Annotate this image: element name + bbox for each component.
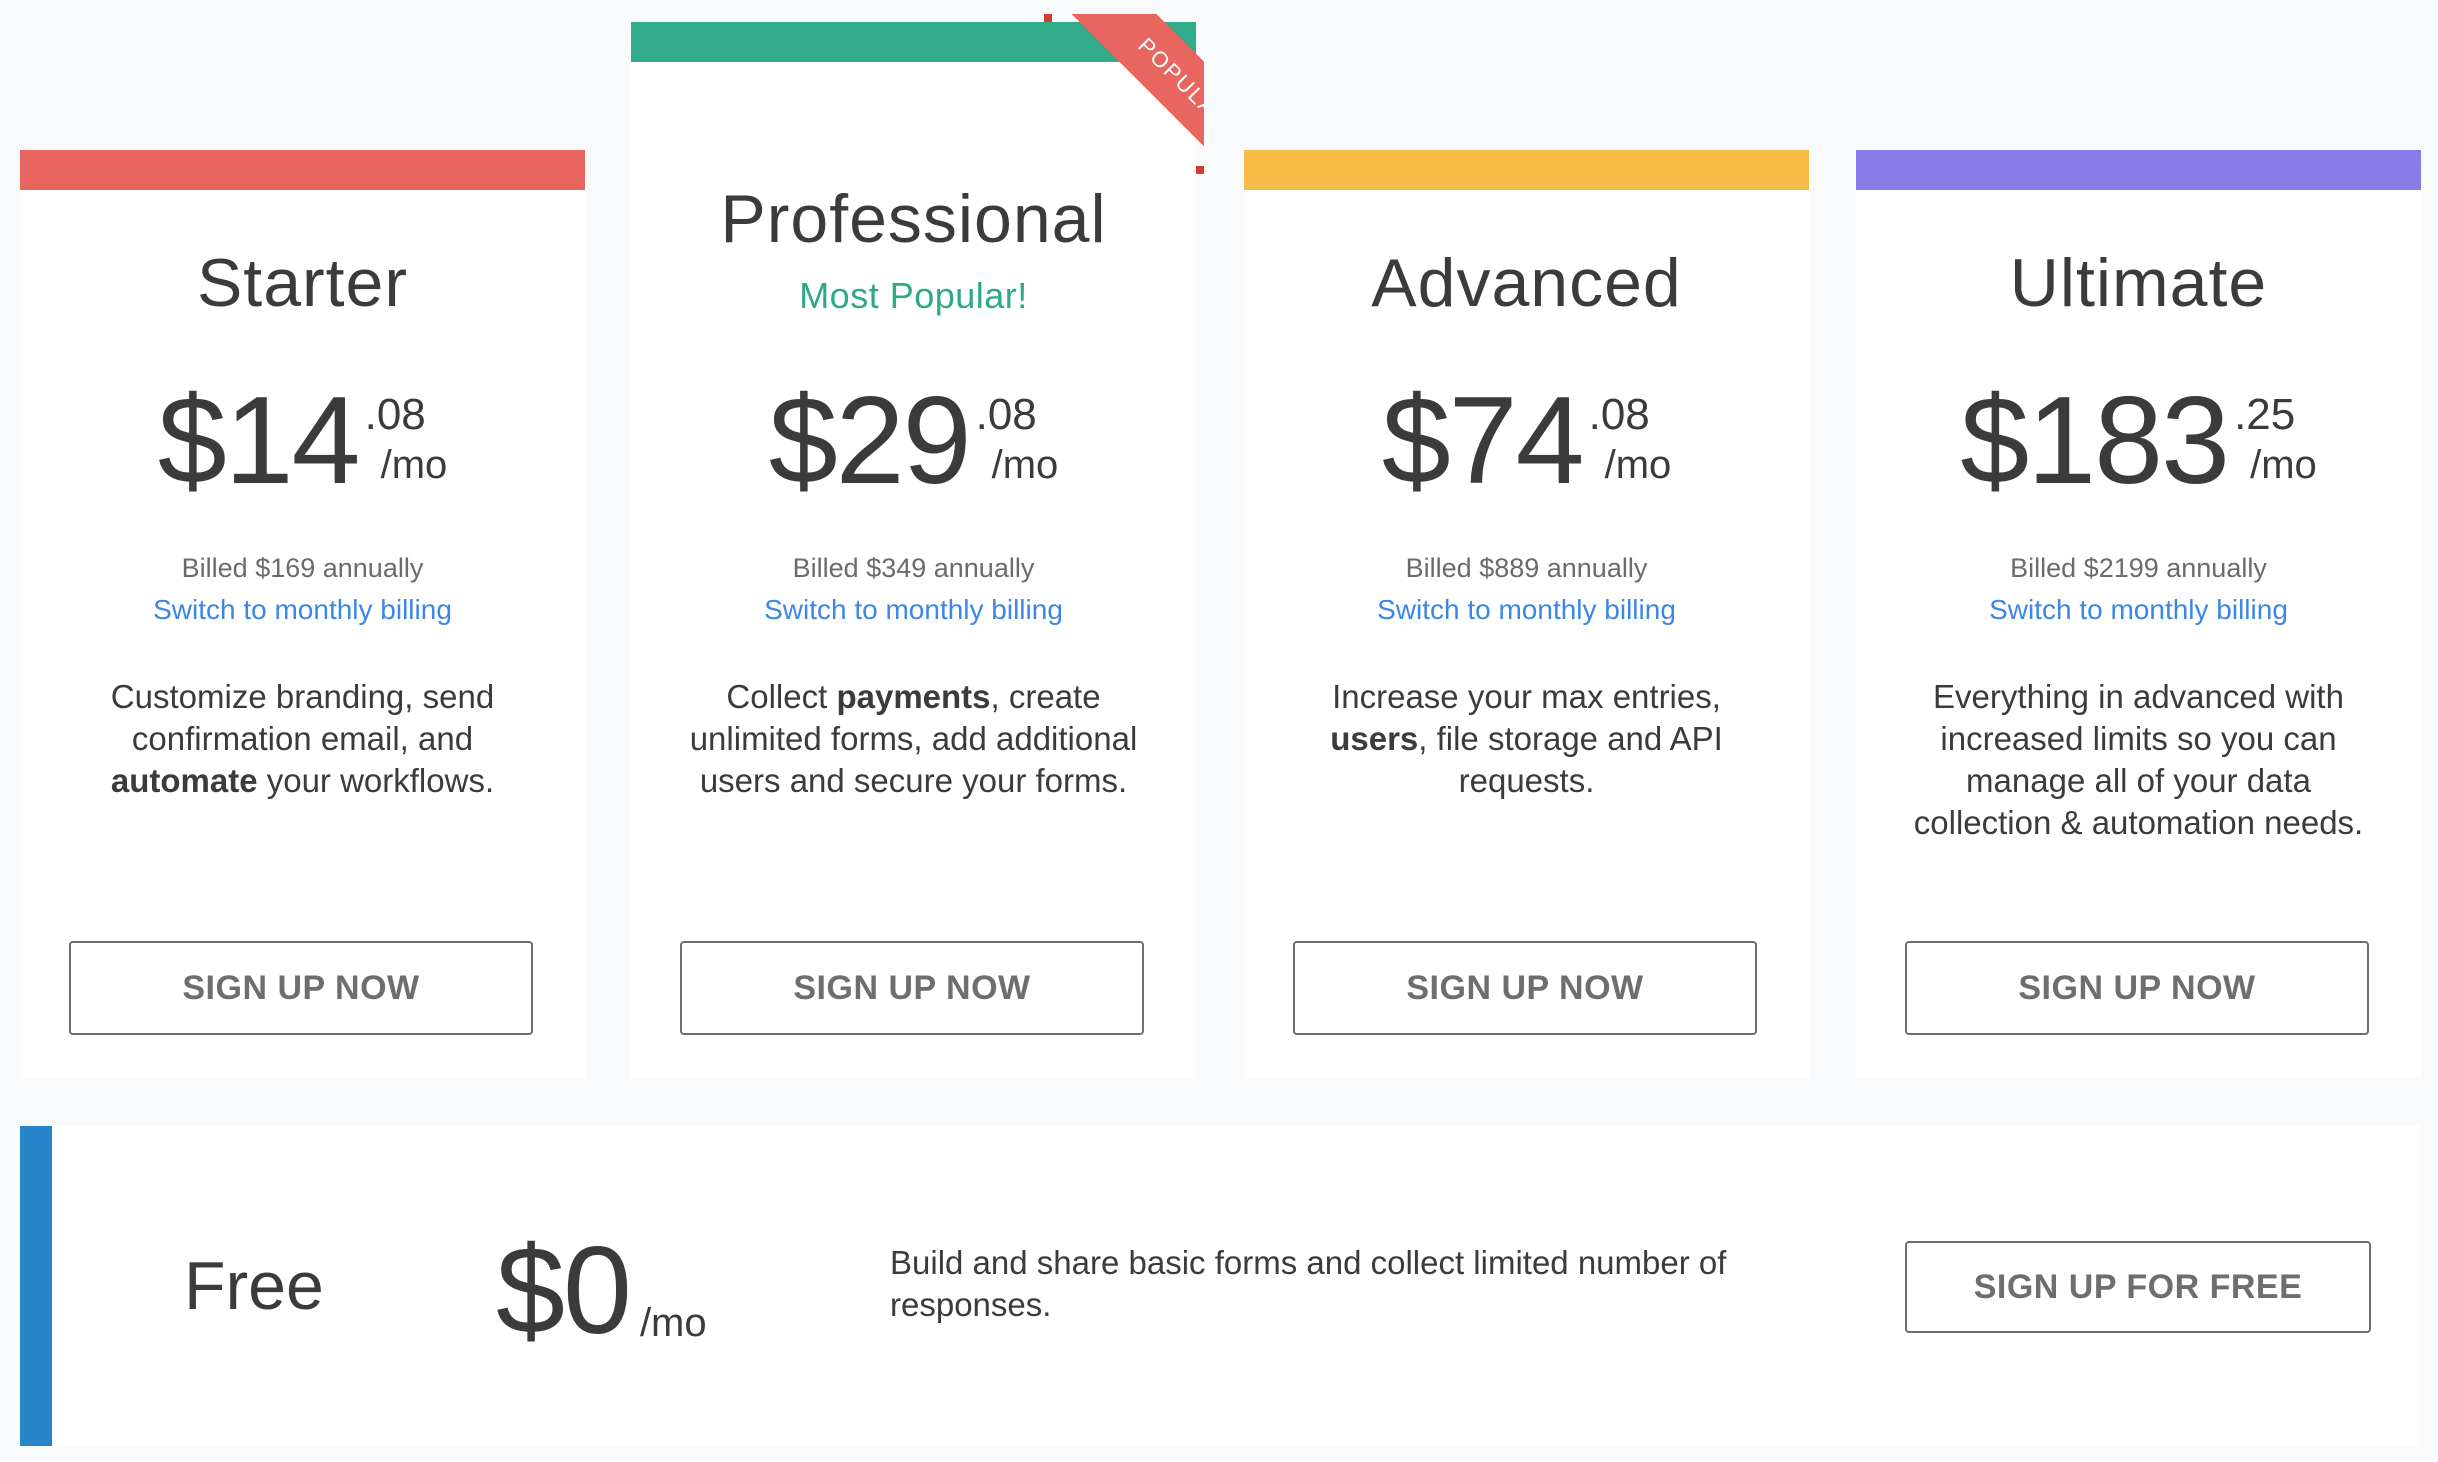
plan-card-free: Free $0 /mo Build and share basic forms … (20, 1126, 2420, 1446)
plan-title: Ultimate (2009, 245, 2268, 321)
billed-annually-text: Billed $169 annually (181, 553, 424, 583)
desc-text: Everything in advanced with increased li… (1913, 678, 2364, 841)
price-whole: $0 (496, 1222, 632, 1360)
plan-title: Free (184, 1248, 324, 1324)
billed-annually-text: Billed $889 annually (1405, 553, 1648, 583)
popular-ribbon: POPULAR (1044, 14, 1204, 174)
price-whole: $183 (1960, 372, 2230, 510)
desc-bold: automate (110, 762, 258, 799)
sign-up-for-free-button[interactable]: SIGN UP FOR FREE (1905, 1241, 2371, 1333)
price-period: /mo (1604, 443, 1672, 487)
plan-card-ultimate: Ultimate $183 .25 /mo Billed $2199 annua… (1856, 150, 2421, 1078)
plan-description: Build and share basic forms and collect … (890, 1244, 1727, 1323)
plan-price: $0 /mo (496, 1226, 707, 1356)
desc-text: Increase your max entries, (1332, 678, 1721, 715)
plan-price: $29 .08 /mo (631, 376, 1196, 506)
plan-price: $74 .08 /mo (1244, 376, 1809, 506)
price-period: /mo (380, 443, 448, 487)
price-cents: .08 (1588, 390, 1650, 439)
plan-title: Starter (196, 245, 409, 321)
desc-text: your workflows. (257, 762, 495, 799)
plan-title: Advanced (1371, 245, 1682, 321)
switch-to-monthly-link[interactable]: Switch to monthly billing (20, 592, 585, 628)
plan-description: Collect payments, create unlimited forms… (681, 676, 1146, 802)
plan-card-advanced: Advanced $74 .08 /mo Billed $889 annuall… (1244, 150, 1809, 1078)
billed-annually-text: Billed $2199 annually (2010, 553, 2267, 583)
price-period: /mo (639, 1301, 707, 1345)
price-whole: $29 (768, 372, 972, 510)
plan-title: Professional (720, 181, 1107, 257)
price-cents: .08 (975, 390, 1037, 439)
starter-color-bar (20, 150, 585, 190)
plan-price: $183 .25 /mo (1856, 376, 2421, 506)
sign-up-now-button[interactable]: SIGN UP NOW (69, 941, 533, 1035)
desc-text: Collect (726, 678, 837, 715)
most-popular-label: Most Popular! (799, 275, 1028, 316)
free-color-bar (20, 1126, 52, 1446)
popular-ribbon-label: POPULAR (1070, 14, 1204, 174)
sign-up-now-button[interactable]: SIGN UP NOW (1293, 941, 1757, 1035)
ultimate-color-bar (1856, 150, 2421, 190)
switch-to-monthly-link[interactable]: Switch to monthly billing (1244, 592, 1809, 628)
billed-annually-text: Billed $349 annually (792, 553, 1035, 583)
plan-card-starter: Starter $14 .08 /mo Billed $169 annually… (20, 150, 585, 1078)
advanced-color-bar (1244, 150, 1809, 190)
desc-bold: users (1330, 720, 1419, 757)
price-whole: $74 (1381, 372, 1585, 510)
price-cents: .08 (364, 390, 426, 439)
sign-up-now-button[interactable]: SIGN UP NOW (680, 941, 1144, 1035)
desc-text: Customize branding, send confirmation em… (110, 678, 495, 757)
plan-description: Increase your max entries, users, file s… (1294, 676, 1759, 802)
price-whole: $14 (157, 372, 361, 510)
switch-to-monthly-link[interactable]: Switch to monthly billing (1856, 592, 2421, 628)
plan-price: $14 .08 /mo (20, 376, 585, 506)
desc-text: , file storage and API requests. (1418, 720, 1723, 799)
price-cents: .25 (2234, 390, 2296, 439)
plan-card-professional: Professional Most Popular! $29 .08 /mo B… (631, 22, 1196, 1078)
sign-up-now-button[interactable]: SIGN UP NOW (1905, 941, 2369, 1035)
desc-bold: payments (836, 678, 991, 715)
plan-description: Customize branding, send confirmation em… (70, 676, 535, 802)
price-period: /mo (2250, 443, 2317, 487)
switch-to-monthly-link[interactable]: Switch to monthly billing (631, 592, 1196, 628)
price-period: /mo (991, 443, 1059, 487)
plan-description: Everything in advanced with increased li… (1896, 676, 2381, 844)
